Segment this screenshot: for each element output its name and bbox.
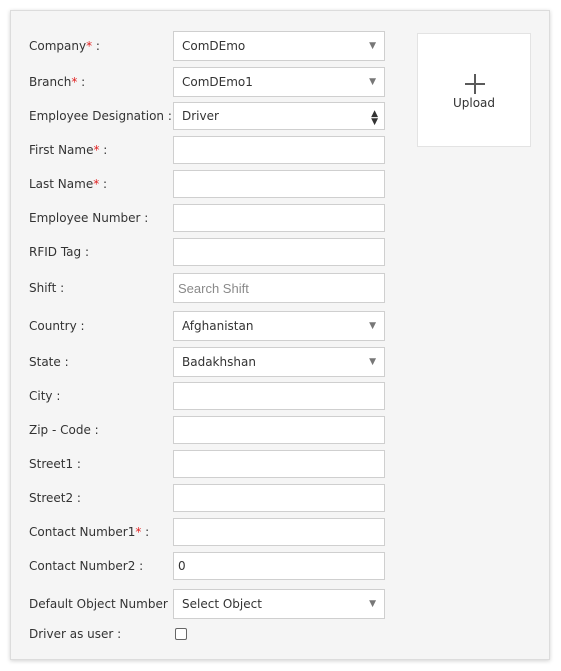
street1-input[interactable]	[173, 450, 385, 478]
city-input[interactable]	[173, 382, 385, 410]
branch-value: ComDEmo1	[182, 75, 253, 89]
branch-label: Branch* :	[29, 75, 86, 89]
driver-as-user-row: Driver as user :	[11, 619, 411, 649]
state-value: Badakhshan	[182, 355, 256, 369]
city-row: City :	[11, 382, 411, 412]
default-object-value: Select Object	[182, 597, 262, 611]
state-label: State :	[29, 355, 69, 369]
employee-number-label: Employee Number :	[29, 211, 149, 225]
employee-number-input[interactable]	[173, 204, 385, 232]
caret-down-icon: ▼	[369, 321, 376, 331]
contact-number1-label: Contact Number1* :	[29, 525, 150, 539]
rfid-tag-label: RFID Tag :	[29, 245, 90, 259]
country-label: Country :	[29, 319, 85, 333]
first-name-input[interactable]	[173, 136, 385, 164]
first-name-label: First Name* :	[29, 143, 108, 157]
shift-row: Shift :	[11, 273, 411, 303]
company-value: ComDEmo	[182, 39, 246, 53]
rfid-tag-row: RFID Tag :	[11, 238, 411, 268]
driver-as-user-checkbox[interactable]	[175, 628, 187, 640]
last-name-row: Last Name* :	[11, 170, 411, 200]
default-object-select[interactable]: Select Object ▼	[173, 589, 385, 619]
shift-search-input[interactable]	[173, 273, 385, 303]
contact-number2-row: Contact Number2 :	[11, 552, 411, 582]
state-select[interactable]: Badakhshan ▼	[173, 347, 385, 377]
branch-row: Branch* : ComDEmo1 ▼	[11, 67, 411, 97]
last-name-label: Last Name* :	[29, 177, 108, 191]
contact-number2-label: Contact Number2 :	[29, 559, 144, 573]
caret-down-icon: ▼	[369, 357, 376, 367]
designation-row: Employee Designation : Driver ▲ ▼	[11, 102, 411, 132]
employee-number-row: Employee Number :	[11, 204, 411, 234]
driver-as-user-label: Driver as user :	[29, 627, 122, 641]
zip-code-row: Zip - Code :	[11, 416, 411, 446]
street1-label: Street1 :	[29, 457, 81, 471]
contact-number1-row: Contact Number1* :	[11, 518, 411, 548]
designation-select[interactable]: Driver ▲ ▼	[173, 102, 385, 130]
rfid-tag-input[interactable]	[173, 238, 385, 266]
up-down-arrows-icon: ▲ ▼	[371, 109, 378, 127]
employee-form-panel: Company* : ComDEmo ▼ Branch* : ComDEmo1 …	[10, 10, 550, 660]
upload-label: Upload	[452, 96, 496, 110]
caret-down-icon: ▼	[369, 77, 376, 87]
company-row: Company* : ComDEmo ▼	[11, 31, 411, 61]
caret-down-icon: ▼	[369, 599, 376, 609]
state-row: State : Badakhshan ▼	[11, 347, 411, 377]
default-object-row: Default Object Number : Select Object ▼	[11, 589, 411, 619]
caret-down-icon: ▼	[369, 41, 376, 51]
country-value: Afghanistan	[182, 319, 254, 333]
first-name-row: First Name* :	[11, 136, 411, 166]
upload-button[interactable]: Upload	[417, 33, 531, 147]
contact-number1-input[interactable]	[173, 518, 385, 546]
designation-value: Driver	[182, 109, 219, 123]
shift-label: Shift :	[29, 281, 65, 295]
country-row: Country : Afghanistan ▼	[11, 311, 411, 341]
contact-number2-input[interactable]	[173, 552, 385, 580]
street2-row: Street2 :	[11, 484, 411, 514]
street1-row: Street1 :	[11, 450, 411, 480]
country-select[interactable]: Afghanistan ▼	[173, 311, 385, 341]
street2-label: Street2 :	[29, 491, 81, 505]
last-name-input[interactable]	[173, 170, 385, 198]
company-select[interactable]: ComDEmo ▼	[173, 31, 385, 61]
default-object-label: Default Object Number :	[29, 597, 176, 611]
zip-code-label: Zip - Code :	[29, 423, 99, 437]
company-label: Company* :	[29, 39, 100, 53]
zip-code-input[interactable]	[173, 416, 385, 444]
city-label: City :	[29, 389, 61, 403]
street2-input[interactable]	[173, 484, 385, 512]
branch-select[interactable]: ComDEmo1 ▼	[173, 67, 385, 97]
designation-label: Employee Designation :	[29, 109, 172, 123]
